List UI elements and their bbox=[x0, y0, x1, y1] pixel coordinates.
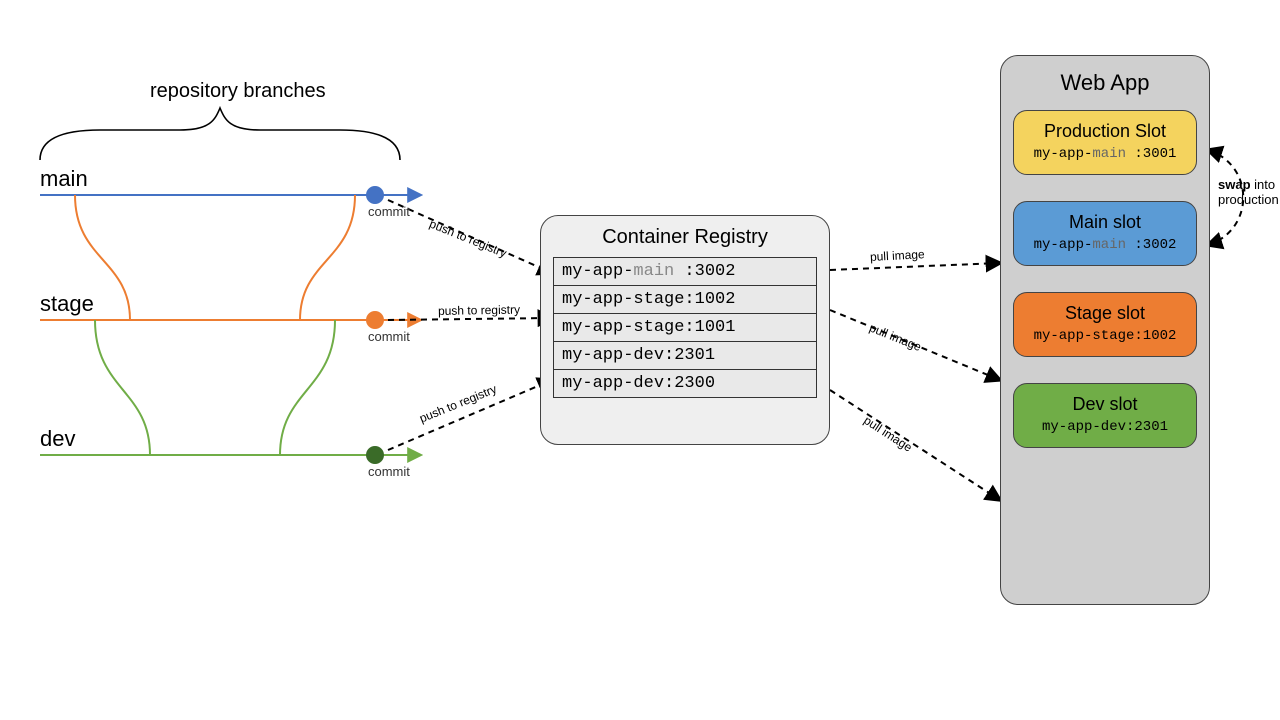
slot-main: Main slot my-app-main :3002 bbox=[1013, 201, 1197, 266]
slot-dev: Dev slot my-app-dev:2301 bbox=[1013, 383, 1197, 448]
branch-stage-label: stage bbox=[40, 291, 94, 317]
swap-label: swap into production bbox=[1218, 178, 1278, 208]
registry-image-row: my-app-stage:1002 bbox=[554, 286, 816, 314]
web-app-panel: Web App Production Slot my-app-main :3001… bbox=[1000, 55, 1210, 605]
registry-image-row: my-app-dev:2301 bbox=[554, 342, 816, 370]
registry-image-row: my-app-main :3002 bbox=[554, 258, 816, 286]
slot-image-tag: my-app-dev:2301 bbox=[1024, 419, 1186, 435]
slot-image-tag: my-app-main :3001 bbox=[1024, 146, 1186, 162]
registry-image-row: my-app-stage:1001 bbox=[554, 314, 816, 342]
commit-label-stage: commit bbox=[368, 329, 410, 344]
slot-title: Production Slot bbox=[1024, 121, 1186, 142]
pull-label-stage: pull image bbox=[867, 321, 923, 354]
web-app-title: Web App bbox=[1013, 70, 1197, 96]
branch-main-label: main bbox=[40, 166, 88, 192]
diagram-canvas: repository branches main stage dev commi… bbox=[0, 0, 1280, 720]
push-label-main: push to registry bbox=[427, 217, 508, 261]
repository-branches-title: repository branches bbox=[150, 80, 326, 103]
commit-label-dev: commit bbox=[368, 464, 410, 479]
web-app-slots: Production Slot my-app-main :3001 Main slo… bbox=[1013, 110, 1197, 448]
brace-icon bbox=[40, 108, 400, 160]
slot-stage: Stage slot my-app-stage:1002 bbox=[1013, 292, 1197, 357]
registry-image-row: my-app-dev:2300 bbox=[554, 370, 816, 397]
slot-title: Main slot bbox=[1024, 212, 1186, 233]
slot-title: Stage slot bbox=[1024, 303, 1186, 324]
push-label-dev: push to registry bbox=[417, 382, 498, 426]
commit-label-main: commit bbox=[368, 204, 410, 219]
slot-prod: Production Slot my-app-main :3001 bbox=[1013, 110, 1197, 175]
swap-label-bold: swap bbox=[1218, 177, 1251, 192]
slot-image-tag: my-app-main :3002 bbox=[1024, 237, 1186, 253]
registry-image-list: my-app-main :3002my-app-stage:1002my-app… bbox=[553, 257, 817, 398]
container-registry-title: Container Registry bbox=[541, 216, 829, 257]
push-label-stage: push to registry bbox=[438, 303, 520, 318]
container-registry: Container Registry my-app-main :3002my-a… bbox=[540, 215, 830, 445]
slot-image-tag: my-app-stage:1002 bbox=[1024, 328, 1186, 344]
slot-title: Dev slot bbox=[1024, 394, 1186, 415]
branch-dev-label: dev bbox=[40, 426, 75, 452]
pull-label-dev: pull image bbox=[861, 413, 915, 455]
pull-label-main: pull image bbox=[870, 247, 925, 264]
